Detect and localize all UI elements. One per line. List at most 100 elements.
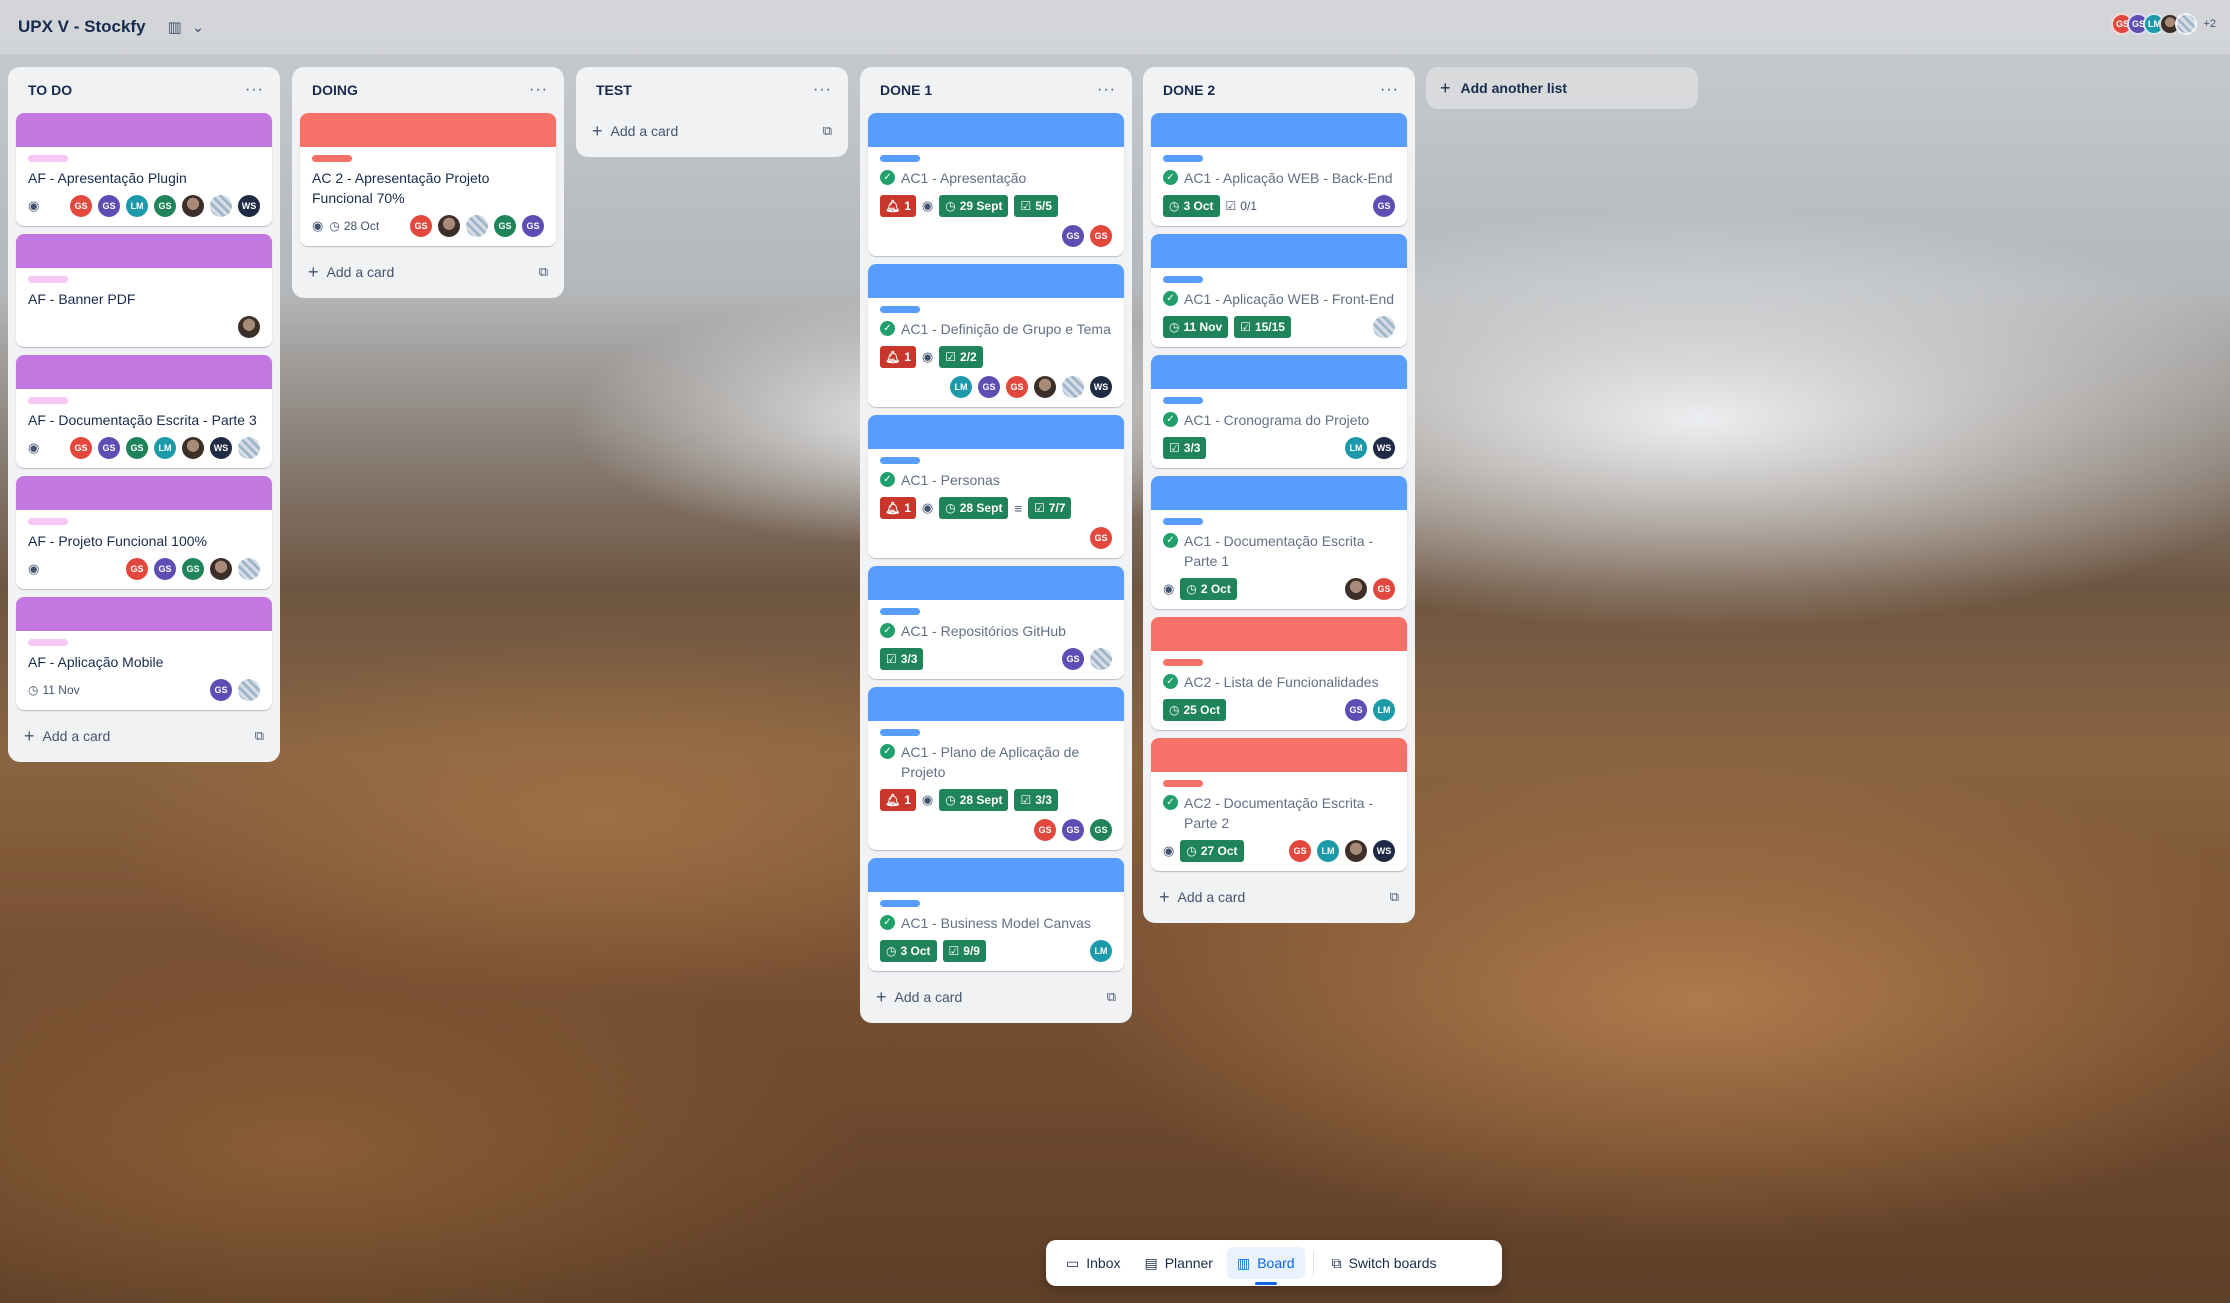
avatar[interactable]: GS xyxy=(1373,195,1395,217)
card-label[interactable] xyxy=(1163,155,1203,162)
due-date-badge[interactable]: ◷ 2 Oct xyxy=(1180,578,1237,600)
due-date-badge[interactable]: ◷ 3 Oct xyxy=(880,940,937,962)
card[interactable]: AF - Aplicação Mobile ◷ 11 Nov GS xyxy=(16,597,272,710)
avatar[interactable]: GS xyxy=(410,215,432,237)
avatar[interactable]: GS xyxy=(978,376,1000,398)
avatar[interactable]: LM xyxy=(1090,940,1112,962)
more-members-count[interactable]: +2 xyxy=(2203,18,2216,30)
board-button[interactable]: ▥ Board xyxy=(1226,1247,1305,1285)
avatar[interactable] xyxy=(1062,376,1084,398)
checklist-badge[interactable]: ☑ 7/7 xyxy=(1028,497,1072,519)
card-template-icon[interactable]: ⧉ xyxy=(1107,989,1116,1005)
card[interactable]: ✓ AC1 - Definição de Grupo e Tema 🔔︎ 1 ◉ ☑… xyxy=(868,264,1124,407)
list-title[interactable]: DOING xyxy=(312,82,358,98)
card-label[interactable] xyxy=(1163,659,1203,666)
card-label[interactable] xyxy=(880,155,920,162)
checklist-badge[interactable]: ☑ 15/15 xyxy=(1234,316,1291,338)
card-label[interactable] xyxy=(1163,397,1203,404)
due-date-badge[interactable]: ◷ 27 Oct xyxy=(1180,840,1244,862)
checklist-badge[interactable]: ☑ 3/3 xyxy=(1163,437,1207,459)
checklist-badge[interactable]: ☑ 3/3 xyxy=(880,648,924,670)
avatar[interactable]: GS xyxy=(1373,578,1395,600)
avatar[interactable]: GS xyxy=(154,195,176,217)
avatar[interactable]: GS xyxy=(1062,648,1084,670)
card[interactable]: ✓ AC2 - Documentação Escrita - Parte 2 ◉ … xyxy=(1151,738,1407,871)
avatar[interactable] xyxy=(210,195,232,217)
add-list-button[interactable]: + Add another list xyxy=(1426,67,1698,109)
card[interactable]: ✓ AC1 - Personas 🔔︎ 1 ◉ ◷ 28 Sept ≡ ☑ 7/7 GS xyxy=(868,415,1124,558)
avatar[interactable] xyxy=(1034,376,1056,398)
list-title[interactable]: DONE 2 xyxy=(1163,82,1215,98)
avatar[interactable]: WS xyxy=(1090,376,1112,398)
card-label[interactable] xyxy=(880,608,920,615)
notification-badge[interactable]: 🔔︎ 1 xyxy=(880,346,916,368)
add-card-button[interactable]: + Add a card ⧉ xyxy=(1151,879,1407,915)
card[interactable]: AF - Banner PDF xyxy=(16,234,272,347)
card[interactable]: ✓ AC1 - Aplicação WEB - Front-End ◷ 11 Nov… xyxy=(1151,234,1407,347)
card[interactable]: ✓ AC1 - Business Model Canvas ◷ 3 Oct ☑ 9/9… xyxy=(868,858,1124,971)
notification-badge[interactable]: 🔔︎ 1 xyxy=(880,789,916,811)
card[interactable]: AF - Projeto Funcional 100% ◉ GS GS GS xyxy=(16,476,272,589)
inbox-button[interactable]: ▭ Inbox xyxy=(1056,1247,1130,1279)
avatar[interactable]: WS xyxy=(1373,840,1395,862)
due-date-badge[interactable]: ◷ 28 Oct xyxy=(329,215,379,237)
list-title[interactable]: TEST xyxy=(596,82,632,98)
avatar[interactable] xyxy=(182,437,204,459)
avatar[interactable]: GS xyxy=(1062,819,1084,841)
avatar[interactable] xyxy=(238,316,260,338)
checklist-badge[interactable]: ☑ 0/1 xyxy=(1226,195,1257,217)
avatar[interactable] xyxy=(1345,840,1367,862)
avatar[interactable] xyxy=(1373,316,1395,338)
avatar[interactable] xyxy=(210,558,232,580)
add-card-button[interactable]: + Add a card ⧉ xyxy=(584,113,840,149)
avatar[interactable]: GS xyxy=(182,558,204,580)
card-template-icon[interactable]: ⧉ xyxy=(539,264,548,280)
avatar[interactable]: GS xyxy=(1006,376,1028,398)
card-label[interactable] xyxy=(880,900,920,907)
avatar[interactable]: GS xyxy=(210,679,232,701)
avatar[interactable] xyxy=(1090,648,1112,670)
card-label[interactable] xyxy=(28,155,68,162)
avatar[interactable]: WS xyxy=(238,195,260,217)
avatar[interactable]: GS xyxy=(70,195,92,217)
list-title[interactable]: DONE 1 xyxy=(880,82,932,98)
add-card-button[interactable]: + Add a card ⧉ xyxy=(300,254,556,290)
card[interactable]: ✓ AC2 - Lista de Funcionalidades ◷ 25 Oct … xyxy=(1151,617,1407,730)
avatar[interactable]: GS xyxy=(70,437,92,459)
card-label[interactable] xyxy=(312,155,352,162)
planner-button[interactable]: ▤ Planner xyxy=(1134,1247,1223,1279)
board-title[interactable]: UPX V - Stockfy xyxy=(18,17,146,37)
add-card-button[interactable]: + Add a card ⧉ xyxy=(868,979,1124,1015)
list-menu-icon[interactable]: ··· xyxy=(1097,81,1116,99)
card-label[interactable] xyxy=(28,639,68,646)
avatar[interactable]: GS xyxy=(1090,819,1112,841)
card-template-icon[interactable]: ⧉ xyxy=(255,728,264,744)
avatar[interactable]: GS xyxy=(98,437,120,459)
card[interactable]: ✓ AC1 - Apresentação 🔔︎ 1 ◉ ◷ 29 Sept ☑ 5/5 … xyxy=(868,113,1124,256)
avatar[interactable] xyxy=(1345,578,1367,600)
avatar[interactable] xyxy=(466,215,488,237)
avatar[interactable]: LM xyxy=(1317,840,1339,862)
avatar[interactable] xyxy=(2175,13,2198,35)
due-date-badge[interactable]: ◷ 25 Oct xyxy=(1163,699,1227,721)
view-switcher[interactable]: ▥ ⌄ xyxy=(168,18,205,36)
avatar[interactable]: GS xyxy=(1090,527,1112,549)
avatar[interactable]: GS xyxy=(126,437,148,459)
checklist-badge[interactable]: ☑ 3/3 xyxy=(1014,789,1058,811)
card[interactable]: ✓ AC1 - Repositórios GitHub ☑ 3/3 GS xyxy=(868,566,1124,679)
card-label[interactable] xyxy=(880,306,920,313)
avatar[interactable] xyxy=(238,679,260,701)
card-label[interactable] xyxy=(1163,276,1203,283)
card-label[interactable] xyxy=(28,518,68,525)
due-date-badge[interactable]: ◷ 28 Sept xyxy=(939,789,1009,811)
due-date-badge[interactable]: ◷ 29 Sept xyxy=(939,195,1009,217)
avatar[interactable]: GS xyxy=(98,195,120,217)
avatar[interactable]: WS xyxy=(210,437,232,459)
checklist-badge[interactable]: ☑ 5/5 xyxy=(1014,195,1058,217)
avatar[interactable]: GS xyxy=(522,215,544,237)
card-label[interactable] xyxy=(28,397,68,404)
avatar[interactable]: LM xyxy=(1373,699,1395,721)
card[interactable]: AF - Apresentação Plugin ◉ GS GS LM GS W… xyxy=(16,113,272,226)
avatar[interactable] xyxy=(238,558,260,580)
avatar[interactable]: GS xyxy=(154,558,176,580)
